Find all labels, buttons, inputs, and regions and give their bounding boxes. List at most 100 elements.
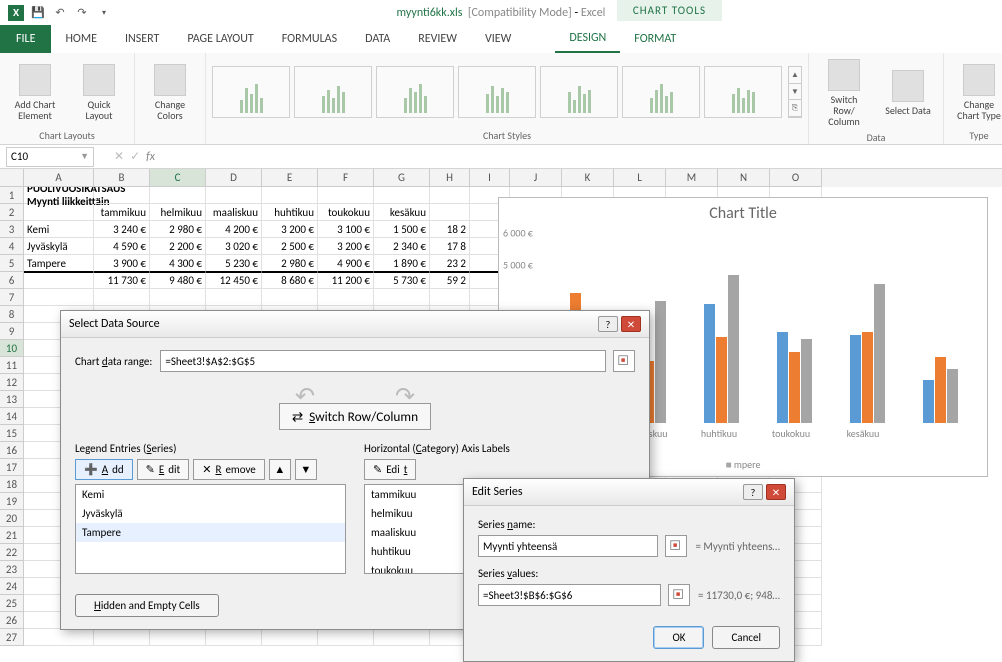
bar-group[interactable] <box>685 275 757 423</box>
cell[interactable]: toukokuu <box>318 204 374 221</box>
cell[interactable] <box>24 272 94 289</box>
cell[interactable]: 3 200 € <box>262 221 318 238</box>
cell[interactable]: 12 450 € <box>206 272 262 289</box>
row-header[interactable]: 14 <box>0 408 24 425</box>
cell[interactable]: 11 730 € <box>94 272 150 289</box>
cell[interactable]: 18 2 <box>430 221 470 238</box>
bar[interactable] <box>935 357 946 423</box>
move-up-icon[interactable]: ▲ <box>269 459 291 480</box>
bar[interactable] <box>777 332 788 423</box>
cell[interactable]: Tampere <box>24 255 94 272</box>
cell[interactable] <box>262 187 318 204</box>
quick-layout-button[interactable]: Quick Layout <box>70 62 128 123</box>
undo-icon[interactable]: ↶ <box>52 5 68 21</box>
cell[interactable] <box>150 629 206 646</box>
column-header[interactable]: O <box>770 169 822 187</box>
cell[interactable]: 3 200 € <box>318 238 374 255</box>
cell[interactable]: kesäkuu <box>374 204 430 221</box>
move-down-icon[interactable]: ▼ <box>295 459 317 480</box>
chevron-up-icon[interactable]: ▲ <box>789 67 801 84</box>
tab-view[interactable]: VIEW <box>471 25 525 53</box>
row-header[interactable]: 16 <box>0 442 24 459</box>
cell[interactable] <box>374 629 430 646</box>
hidden-empty-cells-button[interactable]: Hidden and Empty Cells <box>75 594 219 617</box>
cell[interactable] <box>430 289 470 306</box>
tab-file[interactable]: FILE <box>0 25 51 53</box>
bar[interactable] <box>801 339 812 423</box>
cell[interactable]: maaliskuu <box>206 204 262 221</box>
switch-row-column-button[interactable]: Switch Row/ Column <box>815 57 873 129</box>
column-header[interactable]: E <box>262 169 318 187</box>
row-header[interactable]: 13 <box>0 391 24 408</box>
chevron-down-icon[interactable]: ▼ <box>80 151 89 162</box>
cell[interactable]: 5 230 € <box>206 255 262 272</box>
row-header[interactable]: 4 <box>0 238 24 255</box>
cancel-button[interactable]: Cancel <box>712 626 780 649</box>
bar[interactable] <box>789 352 800 423</box>
range-picker-icon[interactable] <box>613 350 635 372</box>
cell[interactable]: 4 200 € <box>206 221 262 238</box>
help-icon[interactable]: ? <box>598 316 618 332</box>
row-header[interactable]: 7 <box>0 289 24 306</box>
edit-series-button[interactable]: ✎ Edit <box>137 459 190 480</box>
column-header[interactable]: H <box>430 169 470 187</box>
row-header[interactable]: 27 <box>0 629 24 646</box>
series-name-input[interactable] <box>478 535 658 557</box>
column-header[interactable]: L <box>614 169 666 187</box>
save-icon[interactable]: 💾 <box>30 5 46 21</box>
bar[interactable] <box>704 304 715 423</box>
cell[interactable] <box>374 289 430 306</box>
row-header[interactable]: 22 <box>0 544 24 561</box>
dialog-titlebar[interactable]: Select Data Source ? ✕ <box>61 311 649 338</box>
column-header[interactable]: B <box>94 169 150 187</box>
cell[interactable]: 3 100 € <box>318 221 374 238</box>
cell[interactable]: Jyväskylä <box>24 238 94 255</box>
chart-style-thumb[interactable] <box>622 66 700 118</box>
name-box[interactable]: C10 ▼ <box>6 147 94 167</box>
redo-icon[interactable]: ↷ <box>74 5 90 21</box>
series-listbox[interactable]: KemiJyväskyläTampere <box>75 484 346 574</box>
cell[interactable]: 17 8 <box>430 238 470 255</box>
change-colors-button[interactable]: Change Colors <box>141 62 199 123</box>
chart-style-thumb[interactable] <box>458 66 536 118</box>
list-item[interactable]: Kemi <box>76 485 345 504</box>
tab-formulas[interactable]: FORMULAS <box>268 25 351 53</box>
tab-page-layout[interactable]: PAGE LAYOUT <box>173 25 267 53</box>
chart-style-thumb[interactable] <box>212 66 290 118</box>
chart-styles-gallery[interactable]: ▲▼⎘ <box>212 66 802 118</box>
style-gallery-scroll[interactable]: ▲▼⎘ <box>788 66 802 118</box>
row-header[interactable]: 9 <box>0 323 24 340</box>
select-data-button[interactable]: Select Data <box>879 68 937 118</box>
close-icon[interactable]: ✕ <box>766 484 786 500</box>
cancel-formula-icon[interactable]: ✕ <box>114 149 124 164</box>
bar[interactable] <box>947 369 958 423</box>
cell[interactable] <box>430 204 470 221</box>
cell[interactable] <box>206 187 262 204</box>
column-header[interactable]: G <box>374 169 430 187</box>
cell[interactable]: 1 890 € <box>374 255 430 272</box>
row-header[interactable]: 26 <box>0 612 24 629</box>
cell[interactable] <box>318 289 374 306</box>
cell[interactable]: 2 980 € <box>150 221 206 238</box>
cell[interactable] <box>150 187 206 204</box>
cell[interactable] <box>94 629 150 646</box>
chart-style-thumb[interactable] <box>376 66 454 118</box>
enter-formula-icon[interactable]: ✓ <box>130 149 140 164</box>
cell[interactable] <box>150 289 206 306</box>
ok-button[interactable]: OK <box>653 626 704 649</box>
bar[interactable] <box>716 337 727 423</box>
cell[interactable]: tammikuu <box>94 204 150 221</box>
cell[interactable]: helmikuu <box>150 204 206 221</box>
column-header[interactable]: N <box>718 169 770 187</box>
row-header[interactable]: 19 <box>0 493 24 510</box>
column-header[interactable]: M <box>666 169 718 187</box>
cell[interactable]: 3 240 € <box>94 221 150 238</box>
chart-data-range-input[interactable] <box>160 350 606 372</box>
cell[interactable]: 3 020 € <box>206 238 262 255</box>
chart-style-thumb[interactable] <box>540 66 618 118</box>
tab-format[interactable]: FORMAT <box>620 25 690 53</box>
chart-style-thumb[interactable] <box>294 66 372 118</box>
cell[interactable]: 9 480 € <box>150 272 206 289</box>
column-header[interactable]: K <box>562 169 614 187</box>
row-header[interactable]: 12 <box>0 374 24 391</box>
